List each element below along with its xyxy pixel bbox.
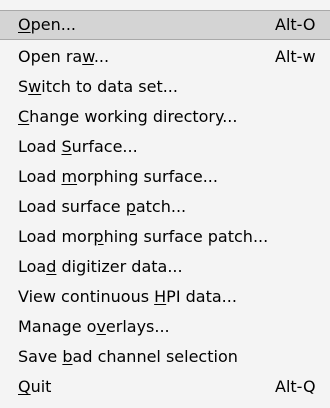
menu-item-shortcut: Alt-Q (275, 377, 316, 396)
menu-item-label: Load morphing surface... (18, 167, 218, 186)
menu-item-label: Load Surface... (18, 137, 138, 156)
menu-item-open[interactable]: Open... Alt-O (0, 10, 330, 40)
menu-item-view-continuous-hpi-data[interactable]: View continuous HPI data... (0, 282, 330, 312)
menu-item-load-digitizer-data[interactable]: Load digitizer data... (0, 252, 330, 282)
menu-item-load-surface[interactable]: Load Surface... (0, 132, 330, 162)
menu-item-quit[interactable]: Quit Alt-Q (0, 372, 330, 402)
menu-item-manage-overlays[interactable]: Manage overlays... (0, 312, 330, 342)
menu-item-label: Quit (18, 377, 52, 396)
menu-item-label: Open raw... (18, 47, 110, 66)
menu-item-shortcut: Alt-O (275, 15, 316, 34)
menu-item-load-morphing-surface-patch[interactable]: Load morphing surface patch... (0, 222, 330, 252)
file-menu: Open... Alt-O Open raw... Alt-w Switch t… (0, 0, 330, 408)
menu-item-load-morphing-surface[interactable]: Load morphing surface... (0, 162, 330, 192)
menu-item-label: Load digitizer data... (18, 257, 183, 276)
menu-item-label: Open... (18, 15, 76, 34)
menu-item-switch-to-data-set[interactable]: Switch to data set... (0, 72, 330, 102)
menu-item-open-raw[interactable]: Open raw... Alt-w (0, 42, 330, 72)
menu-item-save-bad-channel-selection[interactable]: Save bad channel selection (0, 342, 330, 372)
menu-item-change-working-directory[interactable]: Change working directory... (0, 102, 330, 132)
menu-item-label: Switch to data set... (18, 77, 178, 96)
menu-item-label: Load surface patch... (18, 197, 187, 216)
menu-item-label: Manage overlays... (18, 317, 170, 336)
menu-item-load-surface-patch[interactable]: Load surface patch... (0, 192, 330, 222)
menu-item-shortcut: Alt-w (275, 47, 316, 66)
menu-item-label: View continuous HPI data... (18, 287, 237, 306)
menu-item-label: Change working directory... (18, 107, 238, 126)
menu-item-label: Load morphing surface patch... (18, 227, 269, 246)
menu-item-label: Save bad channel selection (18, 347, 238, 366)
